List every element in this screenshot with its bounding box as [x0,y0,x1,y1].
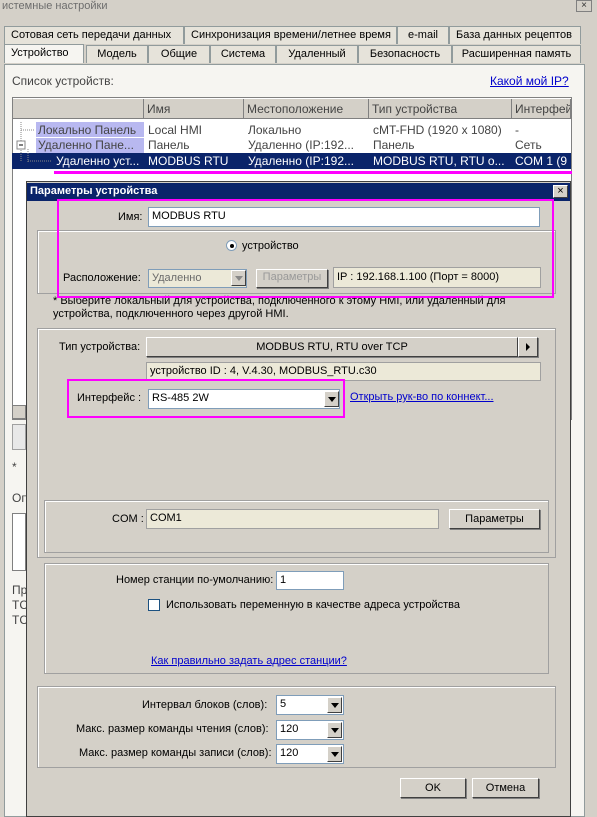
cell-name: Панель [148,138,190,152]
cancel-button[interactable]: Отмена [472,778,539,798]
station-label: Номер станции по-умолчанию: [116,574,274,586]
tree-item-remote-device[interactable]: Удаленно уст... [56,154,144,168]
cell-name: MODBUS RTU [148,154,229,168]
bg-note-star: * [12,460,17,474]
tab-system[interactable]: Система [210,45,276,63]
location-note: * Выберите локальный для устройства, под… [53,295,506,320]
block-interval-label: Интервал блоков (слов): [142,699,268,711]
highlight-underline [54,171,572,174]
cell-type: MODBUS RTU, RTU о... [373,154,505,168]
com-label: COM : [112,513,144,525]
what-is-my-ip-link[interactable]: Какой мой IP? [490,74,569,88]
tab-time-sync[interactable]: Синхронизация времени/летнее время [184,26,397,44]
com-value: COM1 [146,509,439,529]
max-write-dropdown-button[interactable] [327,746,342,762]
tab-cellular[interactable]: Сотовая сеть передачи данных [4,26,184,44]
highlight-box-name-location [57,199,554,298]
tree-item-local-panel[interactable]: Локально Панель [38,123,144,137]
window-close-button[interactable]: × [576,0,592,12]
tab-email[interactable]: e-mail [397,26,449,44]
max-write-label: Макс. размер команды записи (слов): [79,747,272,759]
tab-model[interactable]: Модель [86,45,148,63]
tab-recipe-db[interactable]: База данных рецептов [449,26,581,44]
device-type-label: Тип устройства: [59,341,141,353]
station-input[interactable]: 1 [276,571,344,590]
cell-interface: Сеть [515,138,542,152]
column-header-location[interactable]: Местоположение [244,99,369,119]
block-interval-dropdown-button[interactable] [327,697,342,713]
device-type-button[interactable]: MODBUS RTU, RTU over TCP [146,337,518,357]
cell-type: cMT-FHD (1920 x 1080) [373,123,502,137]
max-read-dropdown-button[interactable] [327,722,342,738]
bg-textbox [12,513,26,571]
column-header-interface[interactable]: Интерфейс [512,99,571,119]
tab-extended-memory[interactable]: Расширенная память [452,45,581,63]
scroll-left-button[interactable] [12,405,26,419]
window-title: истемные настройки [0,0,597,14]
tab-security[interactable]: Безопасность [358,45,452,63]
cell-location: Локально [248,123,302,137]
device-list-label: Список устройств: [12,74,114,88]
cell-interface: - [515,123,519,137]
device-type-menu-button[interactable] [518,337,538,357]
tab-device[interactable]: Устройство [4,44,84,63]
dialog-close-button[interactable]: × [553,185,568,198]
com-params-button[interactable]: Параметры [449,509,540,529]
cell-type: Панель [373,138,415,152]
cell-location: Удаленно (IP:192... [248,138,354,152]
connection-manual-link[interactable]: Открыть рук-во по коннект... [350,391,494,403]
arrow-right-icon [526,343,530,351]
tree-item-remote-panel[interactable]: Удаленно Пане... [38,138,144,152]
use-variable-checkbox[interactable] [148,599,160,611]
bg-button[interactable] [12,424,26,450]
use-variable-label: Использовать переменную в качестве адрес… [166,599,461,611]
cell-location: Удаленно (IP:192... [248,154,354,168]
column-header-name[interactable]: Имя [144,99,244,119]
station-address-help-link[interactable]: Как правильно задать адрес станции? [151,655,347,667]
tab-remote[interactable]: Удаленный [276,45,358,63]
column-header-type[interactable]: Тип устройства [369,99,512,119]
column-header-tree[interactable] [13,99,144,119]
max-read-label: Макс. размер команды чтения (слов): [76,723,269,735]
cell-interface: COM 1 (9 [515,154,568,168]
ok-button[interactable]: OK [400,778,466,798]
tab-general[interactable]: Общие [148,45,210,63]
cell-name: Local HMI [148,123,203,137]
highlight-box-interface [67,379,345,418]
